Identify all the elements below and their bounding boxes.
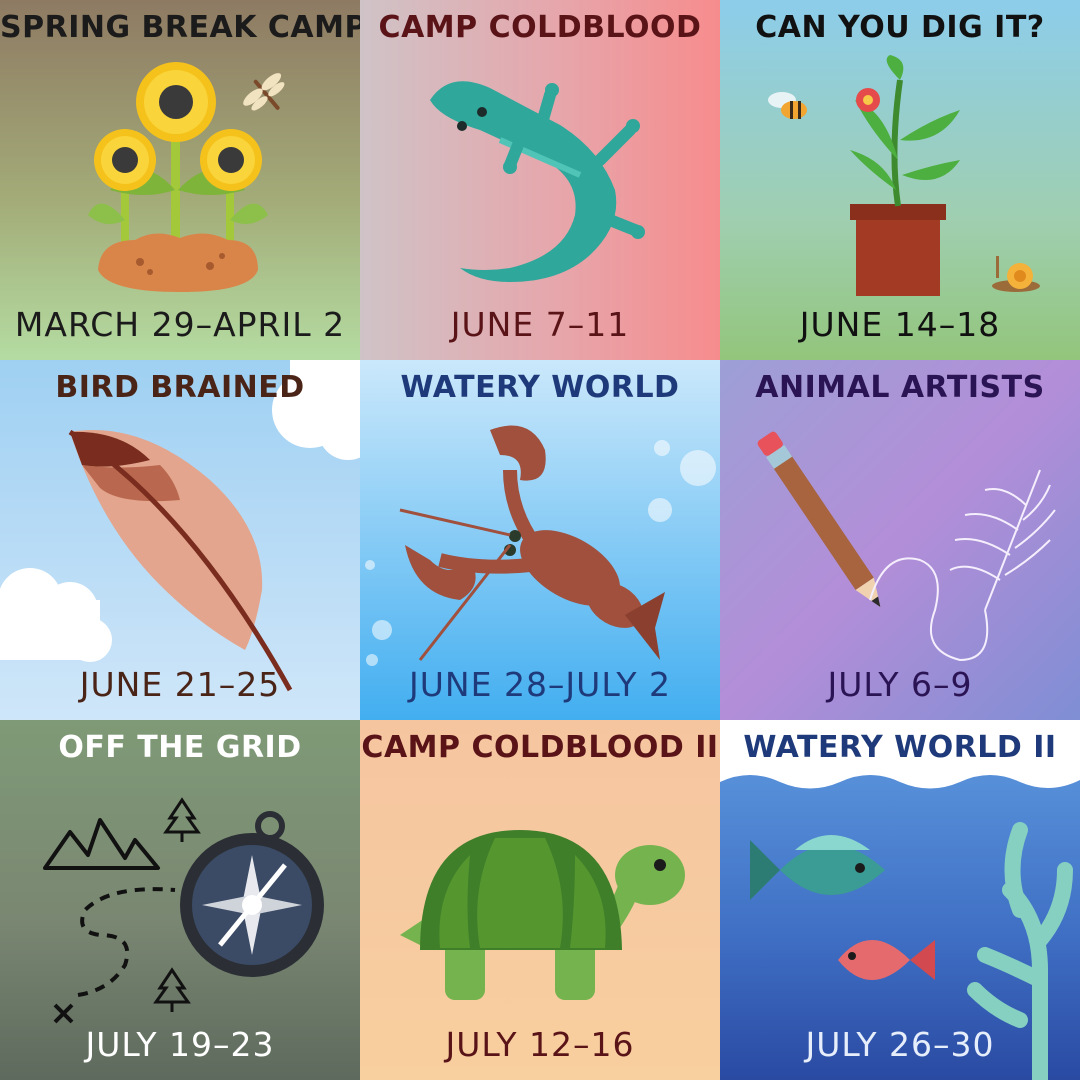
camp-dates: JUNE 14–18 xyxy=(799,305,1001,344)
tile-can-you-dig-it: CAN YOU DIG IT? JUNE 14–18 xyxy=(720,0,1080,360)
camp-dates: MARCH 29–APRIL 2 xyxy=(14,305,346,344)
tile-camp-coldblood-ii: CAMP COLDBLOOD II JULY 12–16 xyxy=(360,720,720,1080)
camp-title: ANIMAL ARTISTS xyxy=(755,370,1045,405)
camp-title: CAMP COLDBLOOD II xyxy=(361,730,719,765)
tile-bird-brained: BIRD BRAINED JUNE 21–25 xyxy=(0,360,360,720)
tile-spring-break-camp: SPRING BREAK CAMP MARCH 29–APRIL 2 xyxy=(0,0,360,360)
tile-off-the-grid: OFF THE GRID JULY 19–23 xyxy=(0,720,360,1080)
camp-title: CAMP COLDBLOOD xyxy=(378,10,702,45)
camp-dates: JULY 26–30 xyxy=(805,1025,995,1064)
camp-dates: JULY 12–16 xyxy=(445,1025,635,1064)
camp-title: WATERY WORLD II xyxy=(743,730,1057,765)
camp-dates: JULY 6–9 xyxy=(827,665,973,704)
camp-title: WATERY WORLD xyxy=(400,370,680,405)
camp-dates: JUNE 21–25 xyxy=(79,665,281,704)
tile-watery-world-ii: WATERY WORLD II JULY 26–30 xyxy=(720,720,1080,1080)
camp-title: BIRD BRAINED xyxy=(55,370,305,405)
camp-dates: JUNE 7–11 xyxy=(450,305,630,344)
tile-watery-world: WATERY WORLD JUNE 28–JULY 2 xyxy=(360,360,720,720)
tile-animal-artists: ANIMAL ARTISTS JULY 6–9 xyxy=(720,360,1080,720)
camp-dates: JULY 19–23 xyxy=(85,1025,275,1064)
camp-title: OFF THE GRID xyxy=(58,730,302,765)
camp-dates: JUNE 28–JULY 2 xyxy=(409,665,671,704)
tile-camp-coldblood: CAMP COLDBLOOD JUNE 7–11 xyxy=(360,0,720,360)
camp-title: CAN YOU DIG IT? xyxy=(755,10,1045,45)
camp-schedule-grid: SPRING BREAK CAMP MARCH 29–APRIL 2 CAMP … xyxy=(0,0,1080,1080)
camp-title: SPRING BREAK CAMP xyxy=(0,10,360,45)
